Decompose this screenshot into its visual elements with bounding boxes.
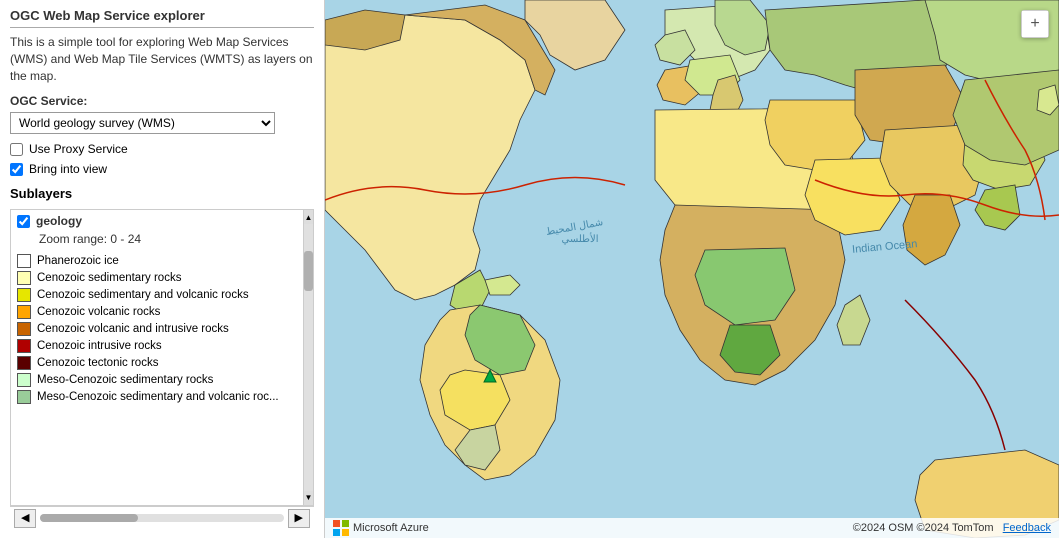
legend-label-meso-cen-sed: Meso-Cenozoic sedimentary rocks — [37, 374, 213, 386]
zoom-range: Zoom range: 0 - 24 — [39, 232, 299, 246]
atlantic-label2: الأطلسي — [561, 233, 598, 245]
scroll-thumb — [304, 251, 313, 291]
legend-item: Cenozoic volcanic rocks — [17, 305, 299, 319]
legend-label-cenozoic-sed: Cenozoic sedimentary rocks — [37, 272, 181, 284]
legend-label-cenozoic-vol: Cenozoic volcanic rocks — [37, 306, 160, 318]
use-proxy-row: Use Proxy Service — [10, 142, 314, 156]
horizontal-scroll-track — [40, 514, 283, 522]
ogc-select-container: World geology survey (WMS) — [10, 112, 314, 134]
bring-into-view-row: Bring into view — [10, 162, 314, 176]
legend-item: Cenozoic sedimentary rocks — [17, 271, 299, 285]
description: This is a simple tool for exploring Web … — [10, 34, 314, 84]
legend-color-meso-cen-sed-vol — [17, 390, 31, 404]
bring-into-view-label: Bring into view — [29, 162, 107, 176]
legend-color-phanerozoic — [17, 254, 31, 268]
legend-label-cenozoic-vol-intr: Cenozoic volcanic and intrusive rocks — [37, 323, 229, 335]
feedback-link[interactable]: Feedback — [1003, 522, 1051, 534]
legend-color-cenozoic-intr — [17, 339, 31, 353]
ogc-service-select[interactable]: World geology survey (WMS) — [10, 112, 275, 134]
horizontal-scroll-thumb — [40, 514, 137, 522]
bring-into-view-checkbox[interactable] — [10, 163, 23, 176]
sublayer-geology-checkbox[interactable] — [17, 215, 30, 228]
sublayer-item: geology — [17, 214, 299, 228]
legend-item: Meso-Cenozoic sedimentary and volcanic r… — [17, 390, 299, 404]
scroll-up-button[interactable]: ▲ — [304, 210, 313, 224]
scroll-thumb-track — [304, 224, 313, 490]
map-svg: Indian Ocean شمال المحيط الأطلسي — [325, 0, 1059, 538]
sidebar: OGC Web Map Service explorer This is a s… — [0, 0, 325, 538]
logo-q4 — [342, 529, 349, 536]
use-proxy-checkbox[interactable] — [10, 143, 23, 156]
legend-item: Phanerozoic ice — [17, 254, 299, 268]
microsoft-azure-branding: Microsoft Azure — [333, 520, 429, 536]
sublayer-geology-name: geology — [36, 214, 82, 228]
legend-color-cenozoic-vol-intr — [17, 322, 31, 336]
attribution-container: ©2024 OSM ©2024 TomTom Feedback — [853, 522, 1051, 534]
legend-label-meso-cen-sed-vol: Meso-Cenozoic sedimentary and volcanic r… — [37, 391, 279, 403]
scroll-left-button[interactable]: ◀ — [14, 509, 36, 528]
legend-item: Cenozoic volcanic and intrusive rocks — [17, 322, 299, 336]
scroll-down-button[interactable]: ▼ — [304, 491, 313, 505]
ogc-service-label: OGC Service: — [10, 94, 314, 108]
legend-label-phanerozoic: Phanerozoic ice — [37, 255, 119, 267]
legend-color-cenozoic-tect — [17, 356, 31, 370]
panel-title: OGC Web Map Service explorer — [10, 8, 314, 28]
legend-label-cenozoic-tect: Cenozoic tectonic rocks — [37, 357, 158, 369]
legend-item: Cenozoic sedimentary and volcanic rocks — [17, 288, 299, 302]
zoom-control: + — [1021, 10, 1049, 38]
logo-q2 — [342, 520, 349, 527]
legend-label-cenozoic-intr: Cenozoic intrusive rocks — [37, 340, 162, 352]
legend-label-cenozoic-sed-vol: Cenozoic sedimentary and volcanic rocks — [37, 289, 249, 301]
map-container[interactable]: Indian Ocean شمال المحيط الأطلسي + Micro… — [325, 0, 1059, 538]
legend-item: Meso-Cenozoic sedimentary rocks — [17, 373, 299, 387]
legend-item: Cenozoic tectonic rocks — [17, 356, 299, 370]
legend-item: Cenozoic intrusive rocks — [17, 339, 299, 353]
logo-q1 — [333, 520, 340, 527]
legend-color-cenozoic-sed-vol — [17, 288, 31, 302]
horizontal-scroll-bar: ◀ ▶ — [10, 506, 314, 530]
zoom-in-button[interactable]: + — [1022, 11, 1048, 37]
sublayer-inner: geology Zoom range: 0 - 24 Phanerozoic i… — [11, 210, 313, 504]
azure-label: Microsoft Azure — [353, 522, 429, 534]
legend-list: Phanerozoic ice Cenozoic sedimentary roc… — [17, 254, 299, 404]
logo-q3 — [333, 529, 340, 536]
legend-color-cenozoic-sed — [17, 271, 31, 285]
scroll-right-button[interactable]: ▶ — [288, 509, 310, 528]
use-proxy-label: Use Proxy Service — [29, 142, 128, 156]
legend-color-cenozoic-vol — [17, 305, 31, 319]
vertical-scrollbar: ▲ ▼ — [303, 210, 313, 504]
sublayers-title: Sublayers — [10, 186, 314, 201]
map-footer: Microsoft Azure ©2024 OSM ©2024 TomTom F… — [325, 518, 1059, 538]
legend-color-meso-cen-sed — [17, 373, 31, 387]
attribution-text: ©2024 OSM ©2024 TomTom — [853, 522, 994, 534]
microsoft-logo — [333, 520, 349, 536]
sublayer-scroll-container: ▲ ▼ geology Zoom range: 0 - 24 Phanerozo… — [10, 209, 314, 505]
